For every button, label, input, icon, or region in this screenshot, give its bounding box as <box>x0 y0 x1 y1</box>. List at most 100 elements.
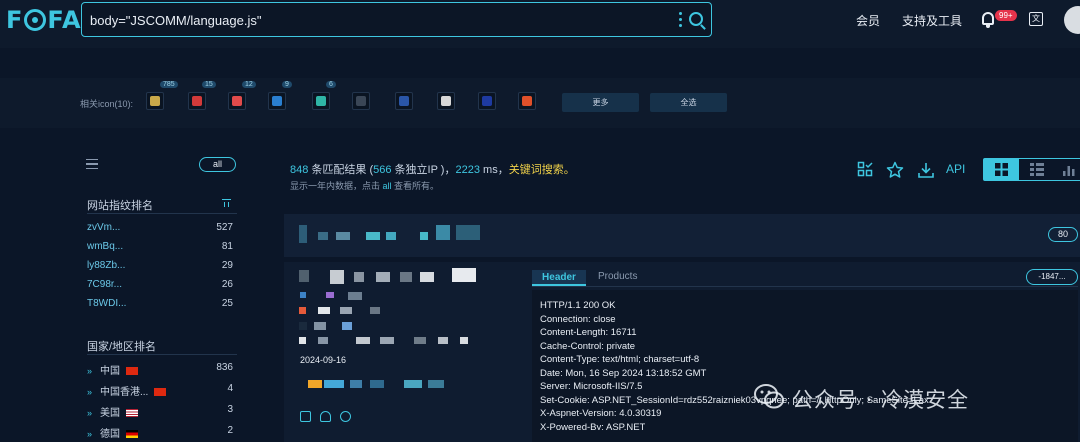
avatar[interactable] <box>1064 6 1080 34</box>
icon-10[interactable] <box>518 92 536 110</box>
redacted-block <box>414 337 426 344</box>
search-input[interactable] <box>90 9 650 31</box>
expand-arrow-icon[interactable]: » <box>87 387 96 397</box>
list-view-button[interactable] <box>1020 159 1055 180</box>
fingerprint-name: ly88Zb... <box>87 260 126 271</box>
refresh-icon[interactable] <box>340 411 351 422</box>
icon-9[interactable] <box>478 92 496 110</box>
country-rank-item[interactable]: » 德国 2 <box>87 425 233 440</box>
keyword-search-link[interactable]: 关键词搜索。 <box>509 164 575 176</box>
icon-7[interactable] <box>395 92 413 110</box>
expand-arrow-icon[interactable]: » <box>87 408 96 418</box>
bell-icon[interactable] <box>982 12 994 28</box>
icon-8-glyph <box>441 96 451 106</box>
more-button[interactable]: 更多 <box>562 93 639 112</box>
country-rank-item[interactable]: » 中国 836 <box>87 362 233 377</box>
more-options-icon[interactable] <box>679 11 683 29</box>
fingerprint-rank-title: 网站指纹排名 <box>87 200 153 212</box>
redacted-block <box>354 272 364 282</box>
tab-products[interactable]: Products <box>598 271 637 282</box>
redacted-block <box>460 337 468 344</box>
related-icons-label: 相关icon(10): <box>80 99 134 109</box>
icon-1[interactable] <box>146 92 164 110</box>
http-header-line: Server: Microsoft-IIS/7.5 <box>540 381 643 392</box>
translate-icon[interactable]: 文 <box>1029 12 1043 26</box>
country-count: 2 <box>227 425 233 436</box>
ip-suffix: 条独立IP )， <box>391 164 456 176</box>
http-header-line: Cache-Control: private <box>540 340 636 352</box>
http-header-line: HTTP/1.1 200 OK <box>540 300 616 311</box>
search-icon[interactable] <box>689 12 703 26</box>
icon-5-glyph <box>316 96 326 106</box>
icon-6[interactable] <box>352 92 370 110</box>
country-rank-item[interactable]: » 美国 3 <box>87 404 233 419</box>
redacted-block <box>318 337 328 344</box>
grid-view-button[interactable] <box>984 159 1019 180</box>
icon-3[interactable] <box>228 92 246 110</box>
expand-arrow-icon[interactable]: » <box>87 366 96 376</box>
icon-4[interactable] <box>268 92 286 110</box>
divider <box>87 213 237 214</box>
icon-4-glyph <box>272 96 282 106</box>
all-filter-pill[interactable]: all <box>199 157 236 172</box>
redacted-block <box>404 380 422 388</box>
fingerprint-rank-item[interactable]: ly88Zb... 29 <box>87 260 233 271</box>
redacted-block <box>436 225 450 240</box>
ms-suffix: ms， <box>479 164 509 176</box>
icon-5[interactable] <box>312 92 330 110</box>
cube-icon[interactable] <box>320 411 331 422</box>
nav-support-tools[interactable]: 支持及工具 <box>902 12 962 29</box>
result-summary: 848 条匹配结果 (566 条独立IP )，2223 ms，关键词搜索。 <box>290 161 575 177</box>
expand-arrow-icon[interactable]: » <box>87 429 96 439</box>
fingerprint-count: 527 <box>216 222 233 233</box>
country-rank-item[interactable]: » 中国香港... 4 <box>87 383 233 398</box>
select-all-button[interactable]: 全选 <box>650 93 727 112</box>
redacted-block <box>340 307 352 314</box>
redacted-block <box>299 270 309 282</box>
redacted-block <box>350 380 362 388</box>
note-all-link[interactable]: all <box>383 181 392 191</box>
nav-member[interactable]: 会员 <box>856 12 880 29</box>
star-icon[interactable] <box>886 161 904 178</box>
fingerprint-count: 81 <box>221 241 233 252</box>
flag-icon <box>154 388 167 396</box>
country-count: 836 <box>216 362 233 373</box>
icon-count-badge: 785 <box>160 81 178 88</box>
compare-icon[interactable] <box>857 161 873 177</box>
redacted-block <box>348 292 362 300</box>
download-icon[interactable] <box>917 161 934 178</box>
fingerprint-count: 26 <box>221 279 233 290</box>
icon-6-glyph <box>356 96 366 106</box>
icon-8[interactable] <box>437 92 455 110</box>
fingerprint-rank-item[interactable]: zvVm... 527 <box>87 222 233 233</box>
fingerprint-rank-item[interactable]: wmBq... 81 <box>87 241 233 252</box>
result-card <box>284 214 1080 257</box>
sliders-icon[interactable] <box>86 159 98 169</box>
flag-icon <box>126 430 138 438</box>
title-pill[interactable]: -1847... <box>1026 269 1078 285</box>
funnel-icon[interactable] <box>222 199 231 207</box>
http-header-line: Date: Mon, 16 Sep 2024 13:18:52 GMT <box>540 367 707 379</box>
fingerprint-rank-item[interactable]: 7C98r... 26 <box>87 279 233 290</box>
fofa-logo[interactable]: F FA <box>6 6 82 34</box>
http-header-line: Connection: close <box>540 313 616 325</box>
redacted-block <box>356 337 370 344</box>
query-time: 2223 <box>455 164 480 176</box>
notification-badge: 99+ <box>995 10 1017 21</box>
tab-header[interactable]: Header <box>532 270 586 286</box>
top-spacer <box>0 48 1080 78</box>
search-box[interactable] <box>81 2 712 37</box>
code-icon[interactable] <box>300 411 311 422</box>
icon-1-glyph <box>150 96 160 106</box>
port-pill[interactable]: 80 <box>1048 227 1078 242</box>
api-link[interactable]: API <box>946 162 965 176</box>
redacted-block <box>299 307 306 314</box>
fingerprint-name: 7C98r... <box>87 279 123 290</box>
related-icons-bar: 相关icon(10): 785 15 12 9 6 更多 全选 <box>0 78 1080 128</box>
redacted-block <box>386 232 396 240</box>
fingerprint-rank-item[interactable]: T8WDI... 25 <box>87 298 233 309</box>
redacted-block <box>300 292 306 298</box>
country-name: 德国 <box>100 429 120 440</box>
icon-2[interactable] <box>188 92 206 110</box>
stats-view-button[interactable] <box>1056 159 1080 180</box>
